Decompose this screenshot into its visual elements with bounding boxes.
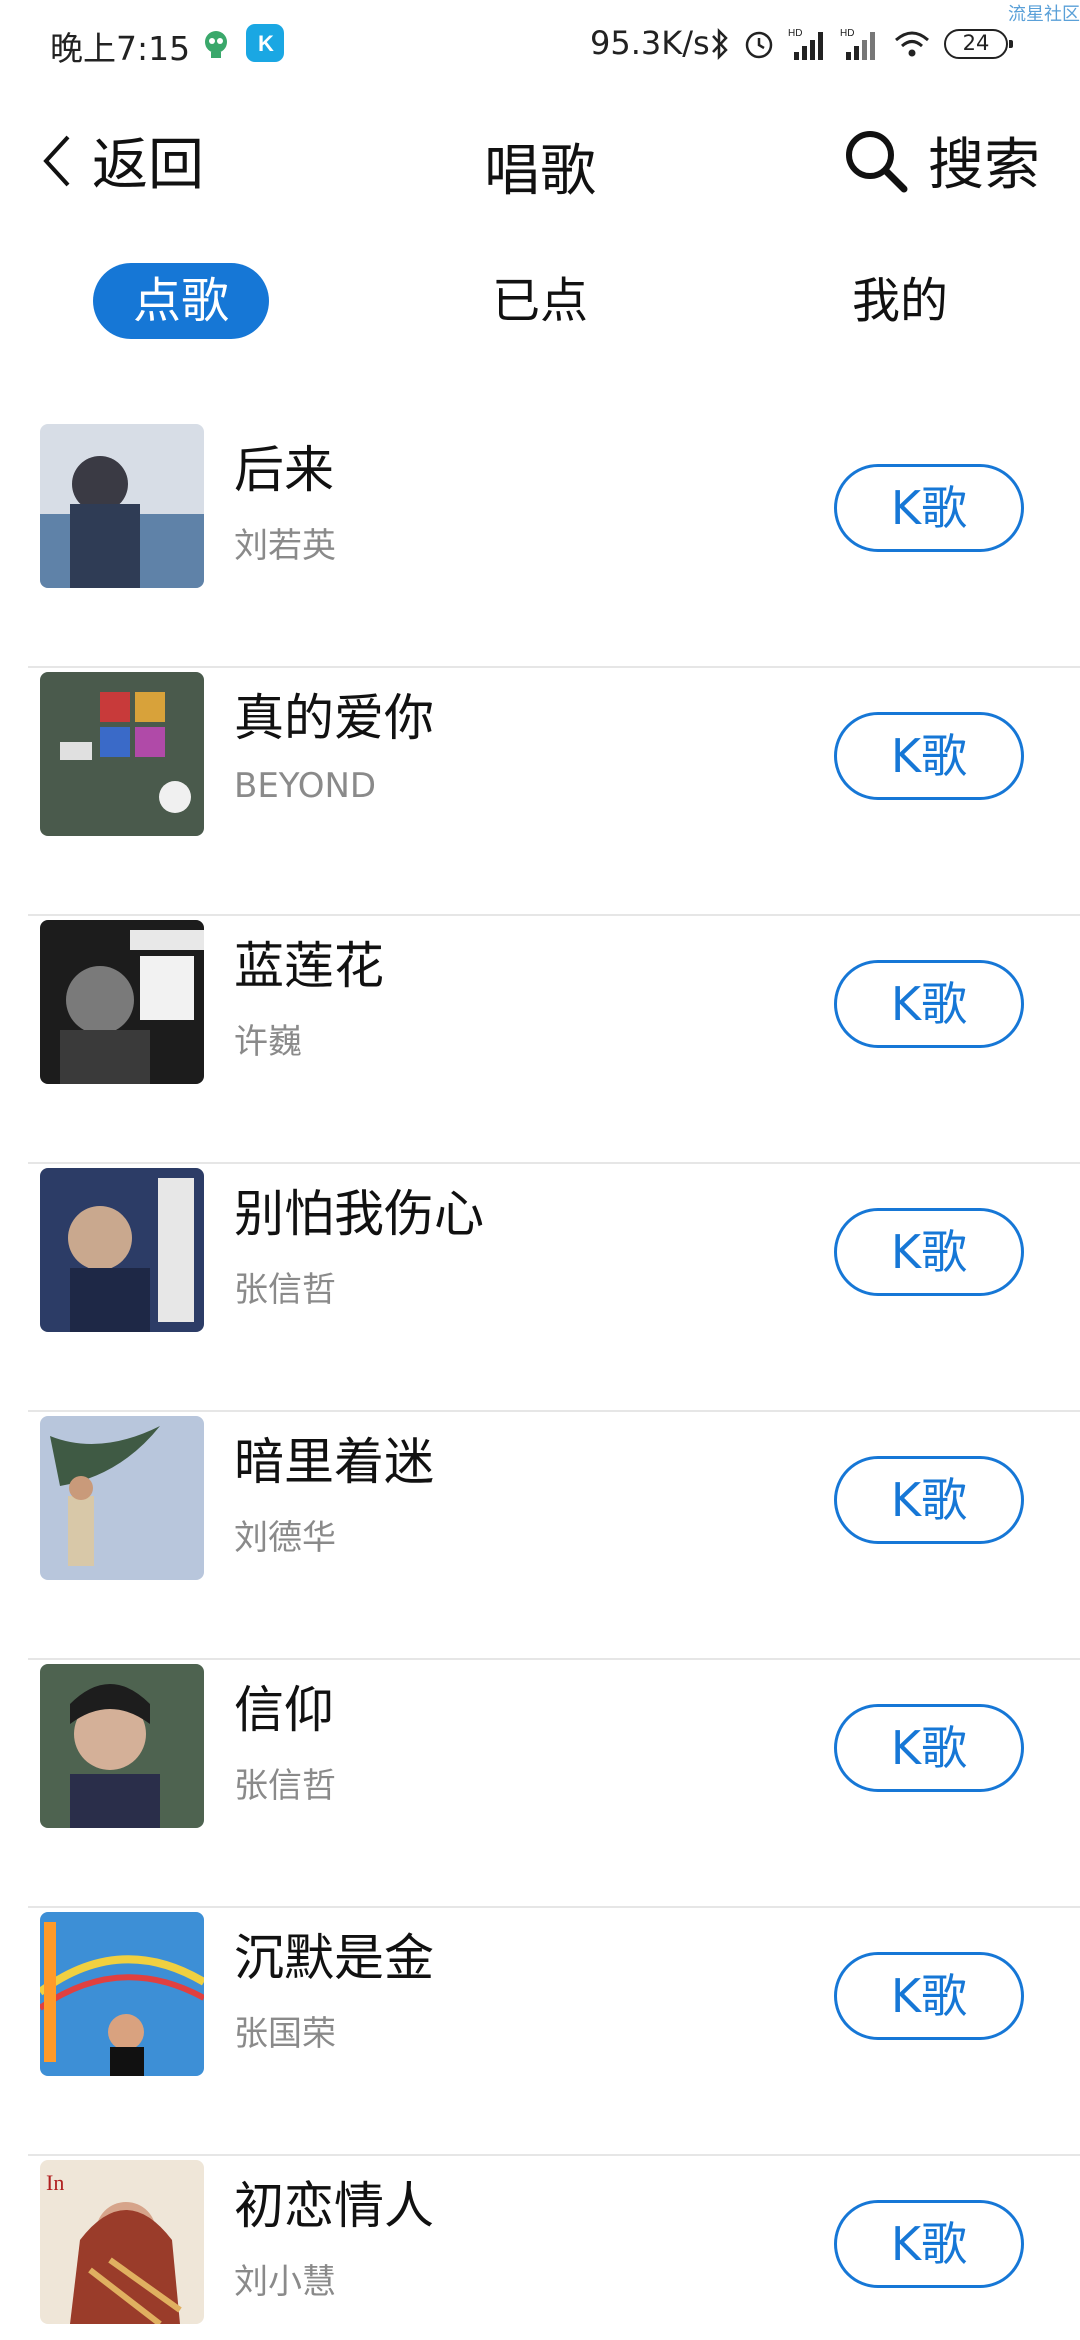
bluetooth-icon	[712, 27, 728, 61]
status-bar: 晚上7:15 K 95.3K/s HD HD 24 流星社区	[0, 0, 1080, 92]
karaoke-button[interactable]: K歌	[834, 1208, 1024, 1296]
song-title: 暗里着迷	[234, 1433, 434, 1491]
list-item[interactable]: 暗里着迷 刘德华 K歌	[28, 1412, 1080, 1660]
list-item[interactable]: 真的爱你 BEYOND K歌	[28, 668, 1080, 916]
song-title: 真的爱你	[234, 689, 434, 747]
song-title: 信仰	[234, 1681, 334, 1739]
tab-bar: 点歌 已点 我的	[0, 255, 1080, 345]
karaoke-button[interactable]: K歌	[834, 464, 1024, 552]
song-title: 别怕我伤心	[234, 1185, 484, 1243]
song-artist: 许巍	[234, 1022, 302, 1062]
song-artist: 刘小慧	[234, 2262, 336, 2302]
tab-requested[interactable]: 已点	[452, 263, 628, 339]
header-bar: 返回 唱歌 搜索	[0, 100, 1080, 210]
svg-text:K: K	[258, 31, 274, 56]
tab-request-song[interactable]: 点歌	[93, 263, 269, 339]
album-cover	[40, 1416, 204, 1580]
song-title: 初恋情人	[234, 2177, 434, 2235]
signal-hd-icon: HD	[788, 28, 823, 60]
tab-mine[interactable]: 我的	[812, 263, 988, 339]
status-time: 晚上7:15	[50, 29, 191, 68]
list-item[interactable]: 蓝莲花 许巍 K歌	[28, 916, 1080, 1164]
album-cover	[40, 1168, 204, 1332]
alarm-icon	[745, 31, 773, 59]
svg-text:In: In	[46, 2170, 64, 2195]
wifi-icon	[895, 31, 929, 57]
karaoke-button[interactable]: K歌	[834, 1952, 1024, 2040]
search-button[interactable]: 搜索	[842, 120, 1040, 201]
song-title: 蓝莲花	[234, 937, 384, 995]
song-title: 沉默是金	[234, 1929, 434, 1987]
battery-icon: 24	[944, 29, 1013, 59]
song-artist: 张国荣	[234, 2014, 336, 2054]
k-app-icon: K	[246, 24, 284, 62]
svg-text:HD: HD	[788, 28, 802, 39]
list-item[interactable]: 信仰 张信哲 K歌	[28, 1660, 1080, 1908]
album-cover	[40, 920, 204, 1084]
app-notification-icon	[205, 31, 227, 58]
album-cover	[40, 1664, 204, 1828]
watermark: 流星社区	[1008, 4, 1080, 25]
song-list: 后来 刘若英 K歌 真的爱你 BEYOND K歌 蓝莲花 许巍 K歌 别怕我伤心…	[0, 420, 1080, 2340]
status-icons: HD HD 24	[710, 22, 1013, 66]
signal-hd-icon-2: HD	[840, 28, 875, 60]
karaoke-button[interactable]: K歌	[834, 2200, 1024, 2288]
album-cover: In	[40, 2160, 204, 2324]
list-item[interactable]: 后来 刘若英 K歌	[28, 420, 1080, 668]
karaoke-button[interactable]: K歌	[834, 712, 1024, 800]
song-artist: BEYOND	[234, 766, 377, 806]
karaoke-button[interactable]: K歌	[834, 1456, 1024, 1544]
album-cover	[40, 1912, 204, 2076]
list-item[interactable]: 别怕我伤心 张信哲 K歌	[28, 1164, 1080, 1412]
song-artist: 刘德华	[234, 1518, 336, 1558]
album-cover	[40, 672, 204, 836]
search-icon	[846, 130, 908, 192]
svg-text:HD: HD	[840, 28, 854, 39]
song-artist: 刘若英	[234, 526, 336, 566]
karaoke-button[interactable]: K歌	[834, 960, 1024, 1048]
song-title: 后来	[234, 441, 334, 499]
search-label: 搜索	[928, 133, 1040, 198]
list-item[interactable]: 沉默是金 张国荣 K歌	[28, 1908, 1080, 2156]
karaoke-button[interactable]: K歌	[834, 1704, 1024, 1792]
song-artist: 张信哲	[234, 1270, 336, 1310]
list-item[interactable]: In 初恋情人 刘小慧 K歌	[28, 2156, 1080, 2340]
network-speed: 95.3K/s	[590, 24, 710, 62]
album-cover	[40, 424, 204, 588]
song-artist: 张信哲	[234, 1766, 336, 1806]
